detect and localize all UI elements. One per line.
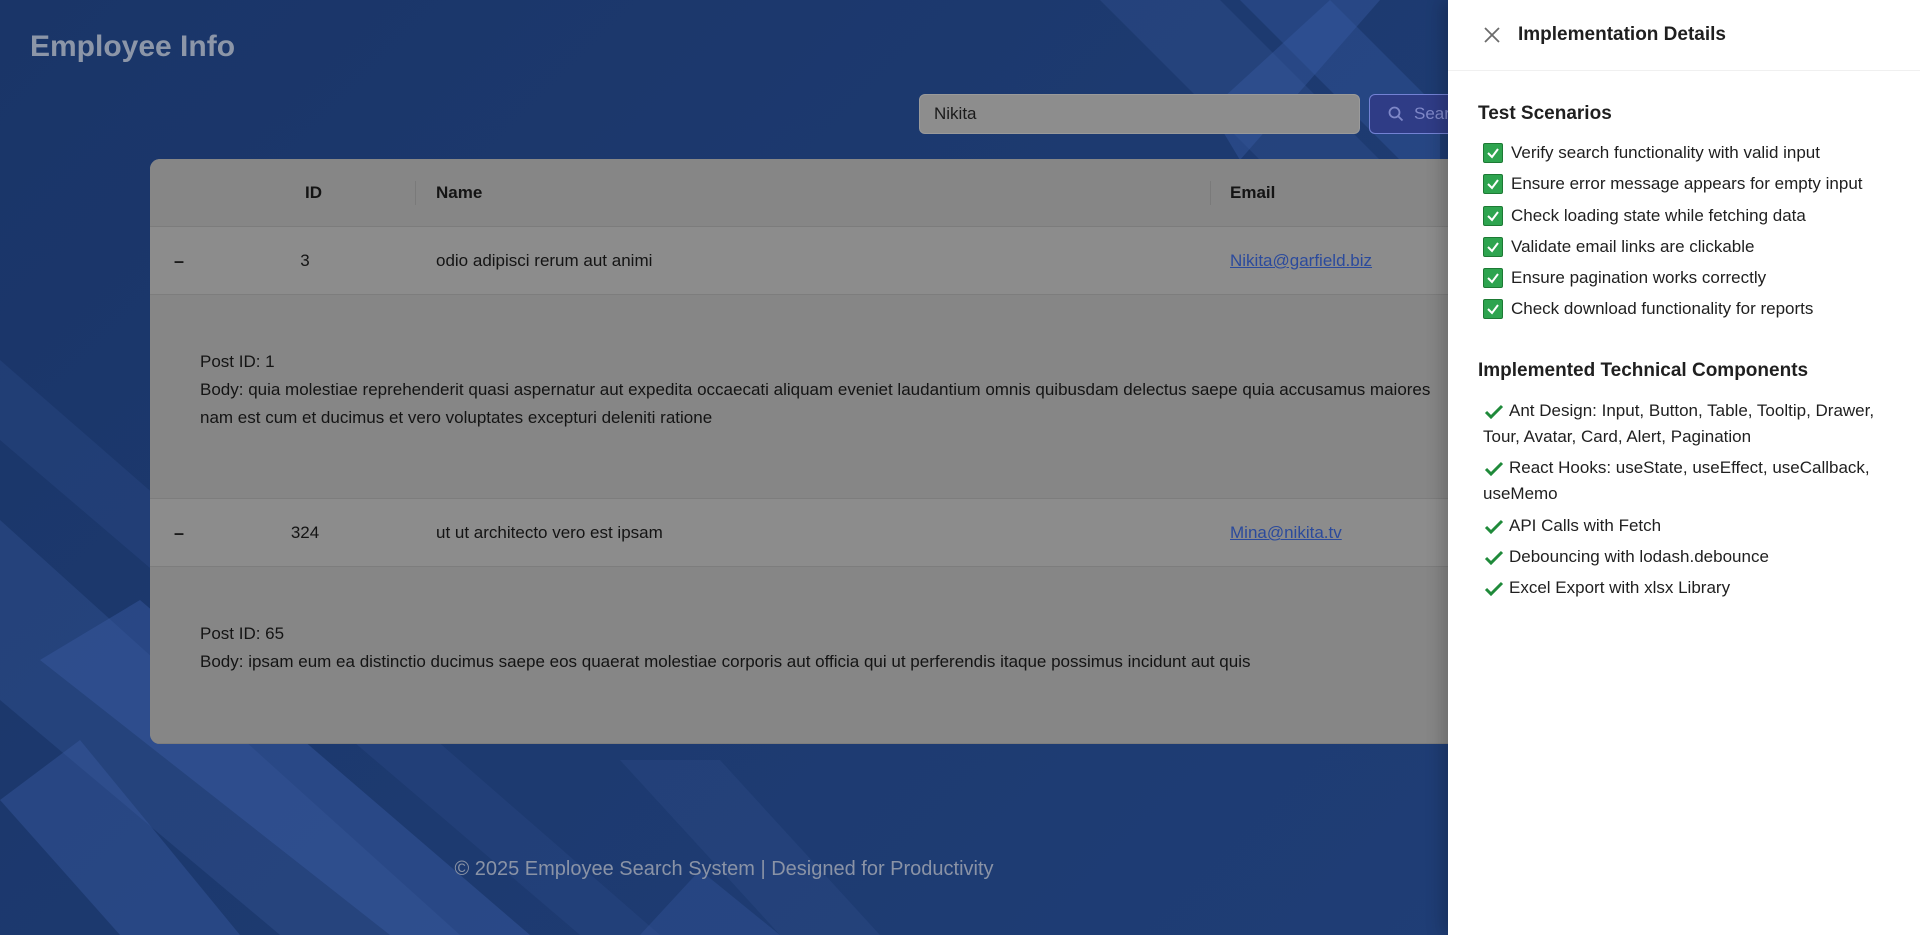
test-scenario-label: Verify search functionality with valid i… <box>1511 143 1820 162</box>
test-scenario-label: Validate email links are clickable <box>1511 237 1755 256</box>
test-scenario-item: Validate email links are clickable <box>1483 237 1754 257</box>
technical-component-item: Excel Export with xlsx Library <box>1483 575 1893 601</box>
test-scenario-label: Check loading state while fetching data <box>1511 206 1806 225</box>
checkbox-checked-icon <box>1483 299 1503 319</box>
implementation-drawer: Implementation Details Test Scenarios Ve… <box>1448 0 1920 935</box>
test-scenario-item: Ensure error message appears for empty i… <box>1483 174 1863 194</box>
check-mark-icon <box>1484 581 1504 596</box>
checkbox-checked-icon <box>1483 206 1503 226</box>
test-scenario-label: Check download functionality for reports <box>1511 299 1814 318</box>
drawer-title: Implementation Details <box>1518 24 1726 45</box>
test-scenario-item: Check download functionality for reports <box>1483 299 1813 319</box>
technical-component-item: Ant Design: Input, Button, Table, Toolti… <box>1483 398 1893 450</box>
technical-components-title: Implemented Technical Components <box>1478 360 1809 381</box>
drawer-header: Implementation Details <box>1448 0 1920 71</box>
check-mark-icon <box>1484 550 1504 565</box>
checkbox-checked-icon <box>1483 174 1503 194</box>
close-icon[interactable] <box>1482 25 1502 45</box>
check-mark-icon <box>1484 519 1504 534</box>
technical-component-label: Excel Export with xlsx Library <box>1509 578 1731 597</box>
test-scenarios-title: Test Scenarios <box>1478 103 1612 124</box>
checkbox-checked-icon <box>1483 237 1503 257</box>
test-scenario-item: Check loading state while fetching data <box>1483 206 1806 226</box>
technical-component-item: React Hooks: useState, useEffect, useCal… <box>1483 455 1893 507</box>
technical-component-item: Debouncing with lodash.debounce <box>1483 544 1893 570</box>
test-scenario-label: Ensure pagination works correctly <box>1511 268 1767 287</box>
technical-component-label: React Hooks: useState, useEffect, useCal… <box>1483 458 1870 503</box>
test-scenario-label: Ensure error message appears for empty i… <box>1511 174 1863 193</box>
checkbox-checked-icon <box>1483 268 1503 288</box>
technical-component-label: Ant Design: Input, Button, Table, Toolti… <box>1483 401 1875 446</box>
test-scenario-item: Verify search functionality with valid i… <box>1483 143 1820 163</box>
check-mark-icon <box>1484 461 1504 476</box>
check-mark-icon <box>1484 404 1504 419</box>
technical-component-item: API Calls with Fetch <box>1483 513 1893 539</box>
technical-component-label: API Calls with Fetch <box>1509 516 1662 535</box>
checkbox-checked-icon <box>1483 143 1503 163</box>
technical-component-label: Debouncing with lodash.debounce <box>1509 547 1769 566</box>
test-scenario-item: Ensure pagination works correctly <box>1483 268 1766 288</box>
